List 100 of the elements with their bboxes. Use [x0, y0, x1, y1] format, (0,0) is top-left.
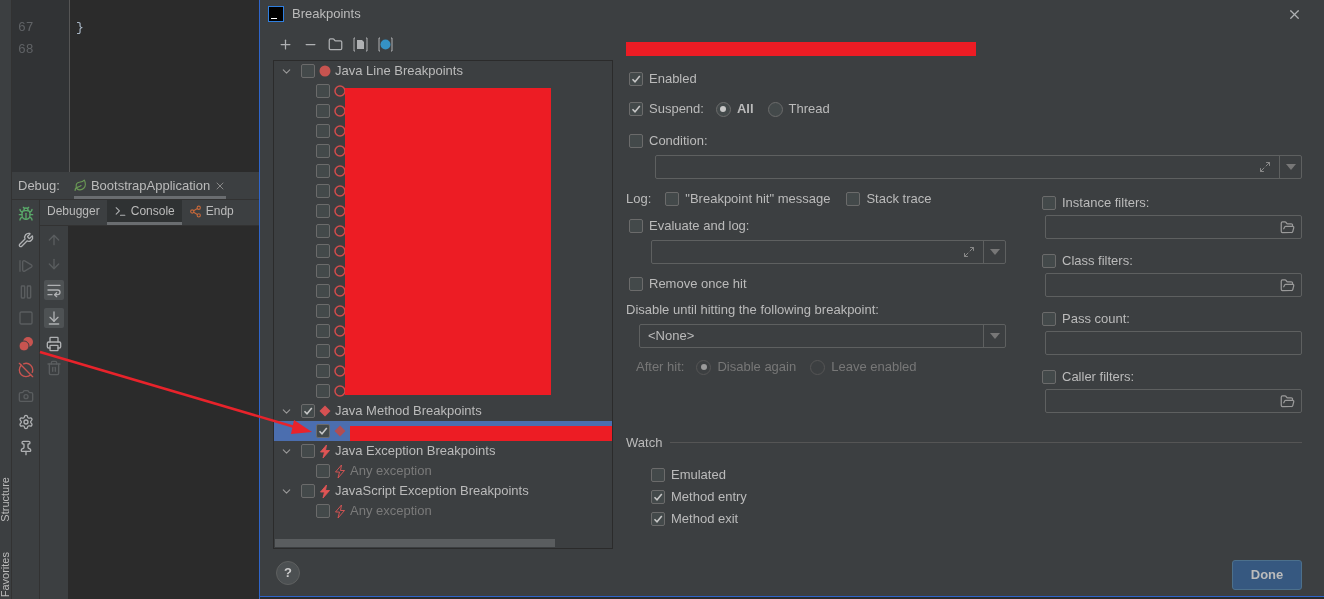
folder-icon[interactable] [1280, 393, 1295, 409]
breakpoint-ring-icon [334, 325, 346, 337]
file-group-icon[interactable] [353, 36, 368, 52]
checkbox[interactable] [301, 64, 315, 78]
tool-window-tab[interactable]: Favorites [0, 551, 14, 597]
arrow-down-icon[interactable] [46, 256, 62, 272]
help-button[interactable]: ? [276, 560, 300, 585]
breakpoint-ring-icon [334, 85, 346, 97]
checkbox[interactable] [316, 424, 330, 438]
trash-icon[interactable] [46, 360, 62, 376]
wrap-text-button[interactable] [44, 280, 64, 300]
class-group-icon[interactable] [378, 36, 393, 52]
debug-tab[interactable]: Endp [181, 200, 241, 225]
checkbox[interactable] [316, 184, 330, 198]
breakpoint-dot-icon [319, 65, 331, 77]
filter-field[interactable] [1045, 389, 1302, 413]
checkbox-label: Pass count: [1062, 310, 1130, 329]
breakpoint-ring-icon [334, 245, 346, 257]
checkbox-label: Enabled [649, 70, 697, 89]
checkbox[interactable] [1042, 370, 1056, 384]
checkbox[interactable] [301, 404, 315, 418]
folder-icon[interactable] [1280, 277, 1295, 293]
condition-field[interactable] [655, 155, 1302, 179]
checkbox[interactable] [1042, 196, 1056, 210]
checkbox[interactable] [629, 134, 643, 148]
breakpoint-ring-icon [334, 165, 346, 177]
filter-field[interactable] [1045, 331, 1302, 355]
radio-label: Leave enabled [831, 358, 917, 377]
section-label: Disable until hitting the following breakpoint: [626, 302, 879, 317]
checkbox[interactable] [316, 344, 330, 358]
mute-breakpoints-icon[interactable] [17, 362, 34, 378]
tool-window-tab[interactable]: Structure [0, 477, 14, 522]
after-hit-label: After hit: [636, 358, 685, 377]
breakpoint-ring-icon [334, 345, 346, 357]
app-logo-icon [268, 6, 284, 22]
checkbox[interactable] [316, 504, 330, 518]
checkbox[interactable] [651, 489, 665, 504]
scroll-to-end-button[interactable] [44, 308, 64, 328]
debug-tab[interactable]: Debugger [40, 200, 107, 225]
radio-button[interactable] [767, 101, 783, 117]
breakpoints-icon[interactable] [17, 336, 34, 352]
camera-icon[interactable] [17, 388, 34, 404]
checkbox[interactable] [316, 104, 330, 118]
breakpoint-ring-icon [334, 105, 346, 117]
checkbox[interactable] [316, 204, 330, 218]
checkbox[interactable] [316, 84, 330, 98]
settings-icon[interactable] [17, 414, 34, 430]
filter-field[interactable] [1045, 215, 1302, 239]
checkbox[interactable] [316, 284, 330, 298]
checkbox[interactable] [316, 384, 330, 398]
checkbox[interactable] [316, 464, 330, 478]
checkbox[interactable] [316, 224, 330, 238]
log-label: Log: [626, 190, 652, 209]
wrench-icon[interactable] [17, 232, 34, 248]
checkbox[interactable] [316, 164, 330, 178]
expand-icon[interactable] [963, 246, 975, 258]
checkbox[interactable] [316, 364, 330, 378]
checkbox[interactable] [1042, 312, 1056, 326]
done-button[interactable]: Done [1232, 560, 1302, 590]
breakpoint-ring-icon [334, 385, 346, 397]
checkbox-label: Suspend: [649, 100, 704, 119]
checkbox[interactable] [651, 467, 665, 482]
group-label: Java Method Breakpoints [335, 402, 482, 421]
checkbox[interactable] [316, 244, 330, 258]
checkbox[interactable] [316, 324, 330, 338]
add-icon[interactable] [278, 36, 293, 52]
resume-icon[interactable] [17, 258, 34, 274]
filter-field[interactable] [1045, 273, 1302, 297]
scrollbar[interactable] [275, 539, 555, 547]
checkbox[interactable] [316, 124, 330, 138]
checkbox[interactable] [629, 72, 643, 86]
stop-icon[interactable] [17, 310, 34, 326]
checkbox[interactable] [665, 192, 680, 206]
checkbox[interactable] [629, 219, 643, 233]
checkbox[interactable] [316, 304, 330, 318]
code-line: } [76, 20, 84, 35]
breakpoint-ring-icon [334, 145, 346, 157]
expression-field[interactable] [651, 240, 1006, 264]
radio-label: Disable again [717, 358, 797, 377]
checkbox[interactable] [629, 277, 643, 291]
checkbox[interactable] [629, 102, 643, 116]
breakpoint-label: Any exception [350, 502, 432, 521]
expand-icon[interactable] [1259, 161, 1271, 173]
checkbox[interactable] [846, 192, 861, 206]
debug-tab[interactable]: Console [106, 200, 182, 225]
folder-icon[interactable] [328, 36, 343, 52]
folder-icon[interactable] [1280, 219, 1295, 235]
dropdown-arrow-icon [989, 249, 1000, 255]
checkbox-label: Condition: [649, 132, 708, 151]
radio-button[interactable] [715, 101, 731, 117]
breakpoint-dropdown[interactable]: <None> [639, 324, 1006, 348]
checkbox[interactable] [316, 264, 330, 278]
checkbox[interactable] [1042, 254, 1056, 268]
checkbox[interactable] [651, 511, 665, 526]
bug-icon[interactable] [17, 206, 34, 222]
breakpoint-ring-icon [334, 225, 346, 237]
printer-icon[interactable] [46, 336, 62, 352]
checkbox[interactable] [301, 484, 315, 498]
checkbox[interactable] [316, 144, 330, 158]
checkbox[interactable] [301, 444, 315, 458]
